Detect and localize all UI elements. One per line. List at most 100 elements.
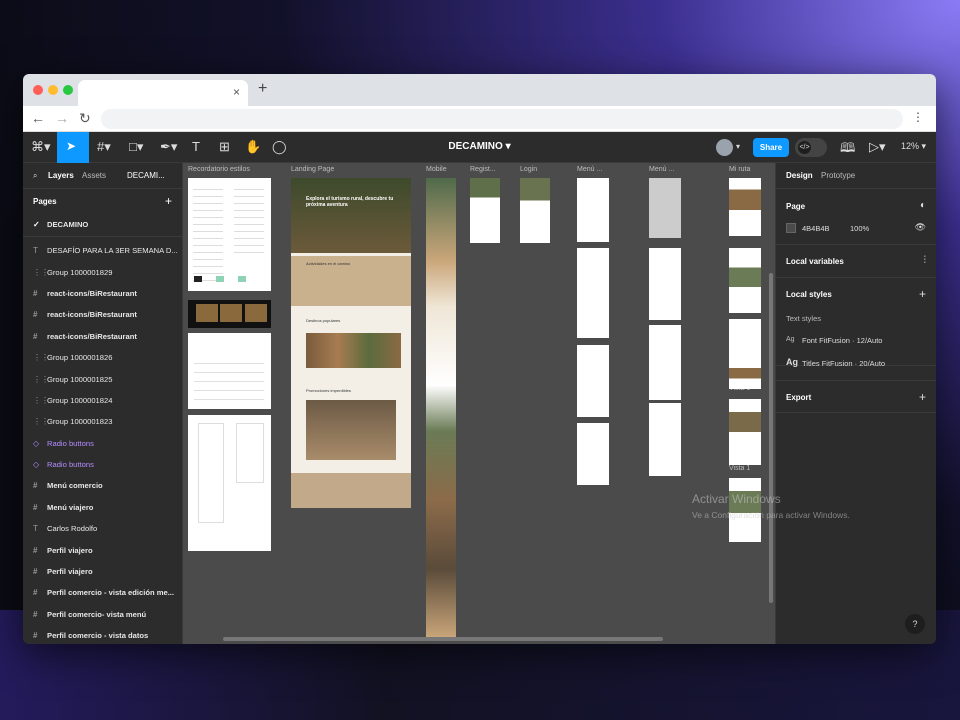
user-avatar[interactable]: [716, 139, 733, 156]
frame-label-menu-2[interactable]: Menú ...: [649, 166, 674, 173]
layer-item[interactable]: T DESAFÍO PARA LA 3ER SEMANA D...: [23, 240, 182, 261]
eye-icon[interactable]: 👁: [915, 222, 926, 233]
frame-signposts[interactable]: [188, 300, 271, 328]
frame-menu-b2[interactable]: [649, 248, 681, 320]
frame-label-mobile[interactable]: Mobile: [426, 166, 447, 173]
layer-type-icon: ⋮⋮: [33, 267, 49, 277]
frame-landing-page[interactable]: Explora el turismo rural, descubre tu pr…: [291, 178, 411, 508]
hide-icon[interactable]: ◐: [920, 200, 926, 211]
share-button[interactable]: Share: [753, 138, 789, 157]
page-color-swatch[interactable]: [786, 223, 796, 233]
text-style-item[interactable]: Font FitFusion · 12/Auto: [802, 336, 882, 345]
layer-type-icon: #: [33, 310, 38, 320]
vertical-scrollbar[interactable]: [769, 273, 773, 603]
layer-item[interactable]: # Perfil comercio - vista edición me...: [23, 582, 182, 603]
frame-wireframes[interactable]: [188, 415, 271, 551]
library-icon[interactable]: 🕮: [840, 139, 855, 161]
frame-label-register[interactable]: Regist...: [470, 166, 496, 173]
frame-label-styles[interactable]: Recordatorio estilos: [188, 166, 250, 173]
page-color-value[interactable]: 4B4B4B: [802, 224, 830, 233]
layer-item[interactable]: ◇ Radio buttons: [23, 454, 182, 475]
signpost-image: [220, 304, 242, 322]
browser-menu-icon[interactable]: ⋮: [912, 110, 924, 124]
layer-item[interactable]: ⋮⋮ Group 1000001824: [23, 390, 182, 411]
canvas[interactable]: Recordatorio estilos Landing Page Mobile…: [183, 163, 775, 644]
add-style-icon[interactable]: +: [919, 287, 926, 301]
layer-item[interactable]: # react-icons/BiRestaurant: [23, 283, 182, 304]
wireframe: [198, 423, 224, 523]
text-style-icon: Ag: [786, 336, 795, 343]
layer-item[interactable]: # Menú comercio: [23, 475, 182, 496]
frame-label-landing[interactable]: Landing Page: [291, 166, 334, 173]
layer-item[interactable]: # react-icons/BiRestaurant: [23, 304, 182, 325]
text-style-item[interactable]: Titles FitFusion · 20/Auto: [802, 359, 885, 368]
local-variables-title[interactable]: Local variables: [786, 257, 844, 266]
layer-item[interactable]: # Perfil comercio - vista datos: [23, 625, 182, 644]
layer-item[interactable]: ⋮⋮ Group 1000001829: [23, 261, 182, 282]
frame-menu-b4[interactable]: [649, 403, 681, 476]
chevron-down-icon[interactable]: ▾: [736, 142, 740, 151]
frame-label-login[interactable]: Login: [520, 166, 537, 173]
frame-route-1[interactable]: [729, 178, 761, 236]
pages-header: Pages +: [23, 189, 182, 213]
layer-item[interactable]: ◇ Radio buttons: [23, 433, 182, 454]
maximize-window-dot[interactable]: [63, 85, 73, 95]
horizontal-scrollbar[interactable]: [223, 637, 663, 641]
address-bar[interactable]: [101, 109, 903, 129]
frame-register[interactable]: [470, 178, 500, 243]
reload-icon[interactable]: ↻: [79, 110, 91, 127]
layer-item[interactable]: ⋮⋮ Group 1000001826: [23, 347, 182, 368]
tab-prototype[interactable]: Prototype: [821, 171, 855, 180]
frame-menu-a2[interactable]: [577, 248, 609, 338]
layer-type-icon: ◇: [33, 438, 40, 448]
add-page-icon[interactable]: +: [165, 194, 172, 208]
frame-label-menu-1[interactable]: Menú ...: [577, 166, 602, 173]
frame-route-2[interactable]: [729, 248, 761, 313]
zoom-level[interactable]: 12% ▾: [901, 141, 926, 152]
add-export-icon[interactable]: +: [919, 390, 926, 404]
page-opacity[interactable]: 100%: [850, 224, 869, 233]
frame-mobile[interactable]: [426, 178, 456, 638]
frame-style-guide[interactable]: [188, 178, 271, 291]
tab-assets[interactable]: Assets: [82, 171, 106, 180]
frame-menu-a1[interactable]: [577, 178, 609, 242]
layer-list: T DESAFÍO PARA LA 3ER SEMANA D... ⋮⋮ Group …: [23, 237, 182, 644]
search-icon[interactable]: ⌕: [33, 171, 37, 181]
frame-route-3[interactable]: [729, 319, 761, 389]
new-tab-icon[interactable]: +: [258, 80, 267, 98]
frame-menu-b1[interactable]: [649, 178, 681, 238]
dev-mode-toggle[interactable]: </>: [795, 138, 827, 157]
page-selector[interactable]: DECAMI...: [127, 171, 165, 180]
layer-item[interactable]: # Perfil viajero: [23, 561, 182, 582]
tab-layers[interactable]: Layers: [48, 171, 74, 180]
help-button[interactable]: ?: [905, 614, 925, 634]
close-window-dot[interactable]: [33, 85, 43, 95]
minimize-window-dot[interactable]: [48, 85, 58, 95]
layer-item[interactable]: ⋮⋮ Group 1000001825: [23, 368, 182, 389]
frame-login[interactable]: [520, 178, 550, 243]
frame-label-view-2[interactable]: Vista 1: [729, 465, 750, 472]
forward-icon[interactable]: →: [55, 110, 69, 126]
frame-components[interactable]: [188, 333, 271, 409]
page-item-decamino[interactable]: ✓ DECAMINO: [23, 213, 182, 237]
layer-item[interactable]: ⋮⋮ Group 1000001823: [23, 411, 182, 432]
frame-menu-b3[interactable]: [649, 325, 681, 400]
layer-item[interactable]: # Menú viajero: [23, 497, 182, 518]
layer-item[interactable]: # Perfil viajero: [23, 539, 182, 560]
close-tab-icon[interactable]: ×: [233, 85, 240, 99]
landing-footer: [291, 473, 411, 508]
activate-windows-title: Activar Windows: [692, 492, 781, 506]
present-icon[interactable]: ▷▾: [869, 139, 886, 155]
back-icon[interactable]: ←: [31, 110, 45, 126]
variables-settings-icon[interactable]: ⫶: [924, 255, 927, 266]
layer-type-icon: ◇: [33, 460, 40, 470]
layer-item[interactable]: # Perfil comercio- vista menú: [23, 604, 182, 625]
browser-tab[interactable]: ×: [78, 80, 248, 106]
tab-design[interactable]: Design: [786, 171, 813, 180]
frame-menu-a4[interactable]: [577, 423, 609, 485]
layer-item[interactable]: T Carlos Rodolfo: [23, 518, 182, 539]
layer-item[interactable]: # react-icons/BiRestaurant: [23, 326, 182, 347]
frame-route-4[interactable]: [729, 399, 761, 465]
frame-label-route[interactable]: Mi ruta: [729, 166, 750, 173]
frame-menu-a3[interactable]: [577, 345, 609, 417]
